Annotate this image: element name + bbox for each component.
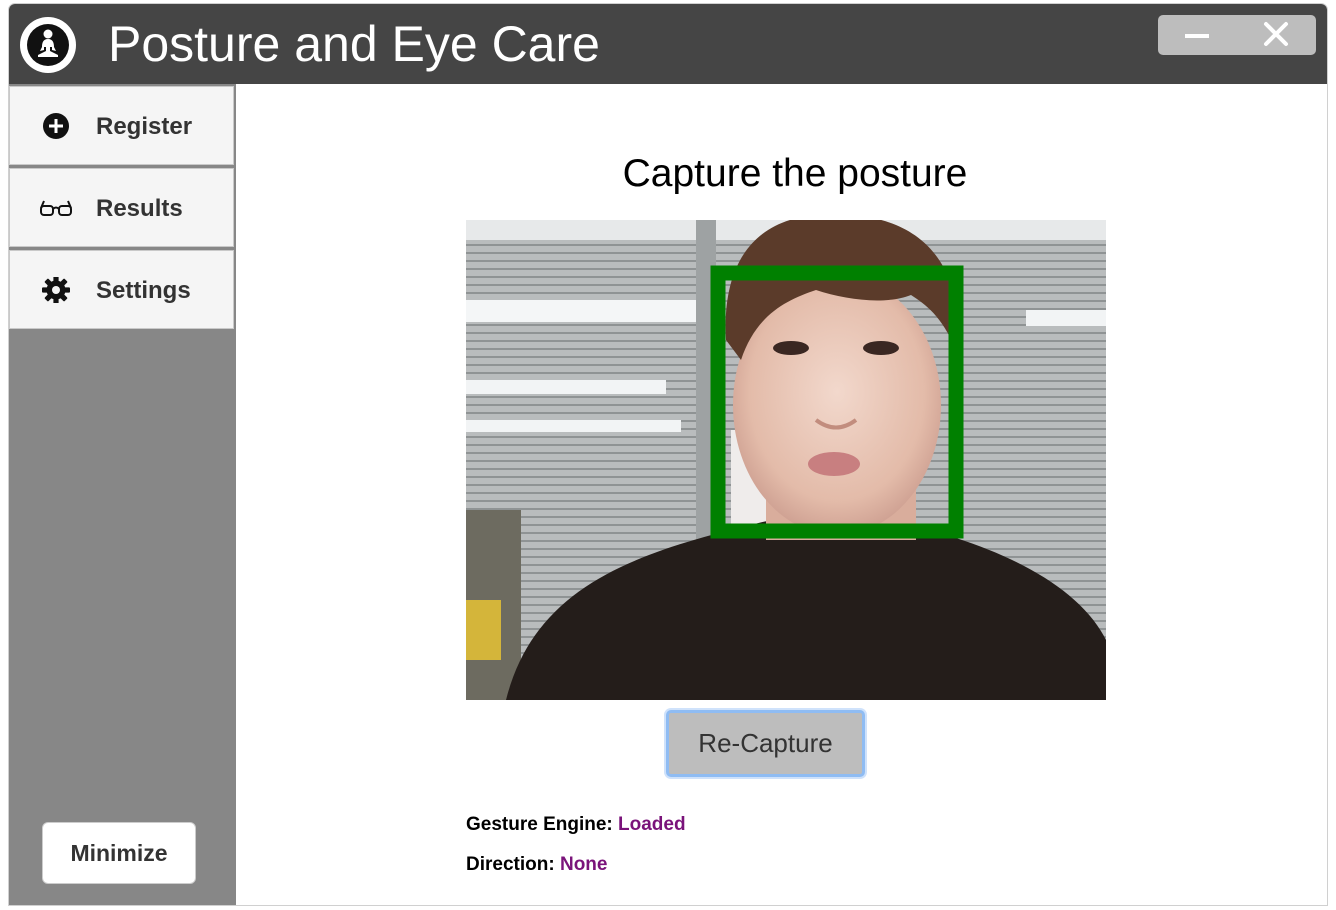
glasses-icon — [40, 200, 72, 216]
app-title: Posture and Eye Care — [108, 16, 600, 72]
recapture-button[interactable]: Re-Capture — [666, 710, 865, 777]
app-window: Posture and Eye Care Register Results Se… — [9, 4, 1327, 905]
direction-value: None — [559, 854, 608, 875]
close-icon — [1264, 22, 1288, 46]
gesture-engine-label: Gesture Engine: — [466, 814, 613, 835]
window-close-button[interactable] — [1237, 15, 1316, 55]
minimize-button[interactable]: Minimize — [42, 822, 196, 884]
minus-icon — [1185, 34, 1209, 38]
window-controls — [1158, 15, 1316, 55]
sidebar-item-register[interactable]: Register — [9, 86, 234, 165]
sidebar-item-results[interactable]: Results — [9, 168, 234, 247]
plus-circle-icon — [43, 113, 69, 139]
gesture-engine-value: Loaded — [618, 814, 686, 835]
sidebar: Register Results Settings Minimize — [9, 84, 236, 905]
direction-status: Direction: None — [466, 853, 607, 877]
window-minimize-button[interactable] — [1158, 15, 1237, 55]
sidebar-item-settings[interactable]: Settings — [9, 250, 234, 329]
page-title: Capture the posture — [622, 152, 968, 195]
sidebar-item-label: Results — [96, 195, 183, 222]
sidebar-item-label: Settings — [96, 277, 191, 304]
title-bar[interactable]: Posture and Eye Care — [9, 4, 1327, 84]
camera-feed — [466, 220, 1106, 700]
main-panel: Capture the posture Re-Capture Gesture E… — [236, 84, 1327, 905]
direction-label: Direction: — [466, 854, 555, 875]
gesture-engine-status: Gesture Engine: Loaded — [466, 813, 686, 837]
meditation-figure-icon — [20, 17, 76, 73]
gear-icon — [42, 277, 70, 303]
sidebar-item-label: Register — [96, 113, 193, 140]
